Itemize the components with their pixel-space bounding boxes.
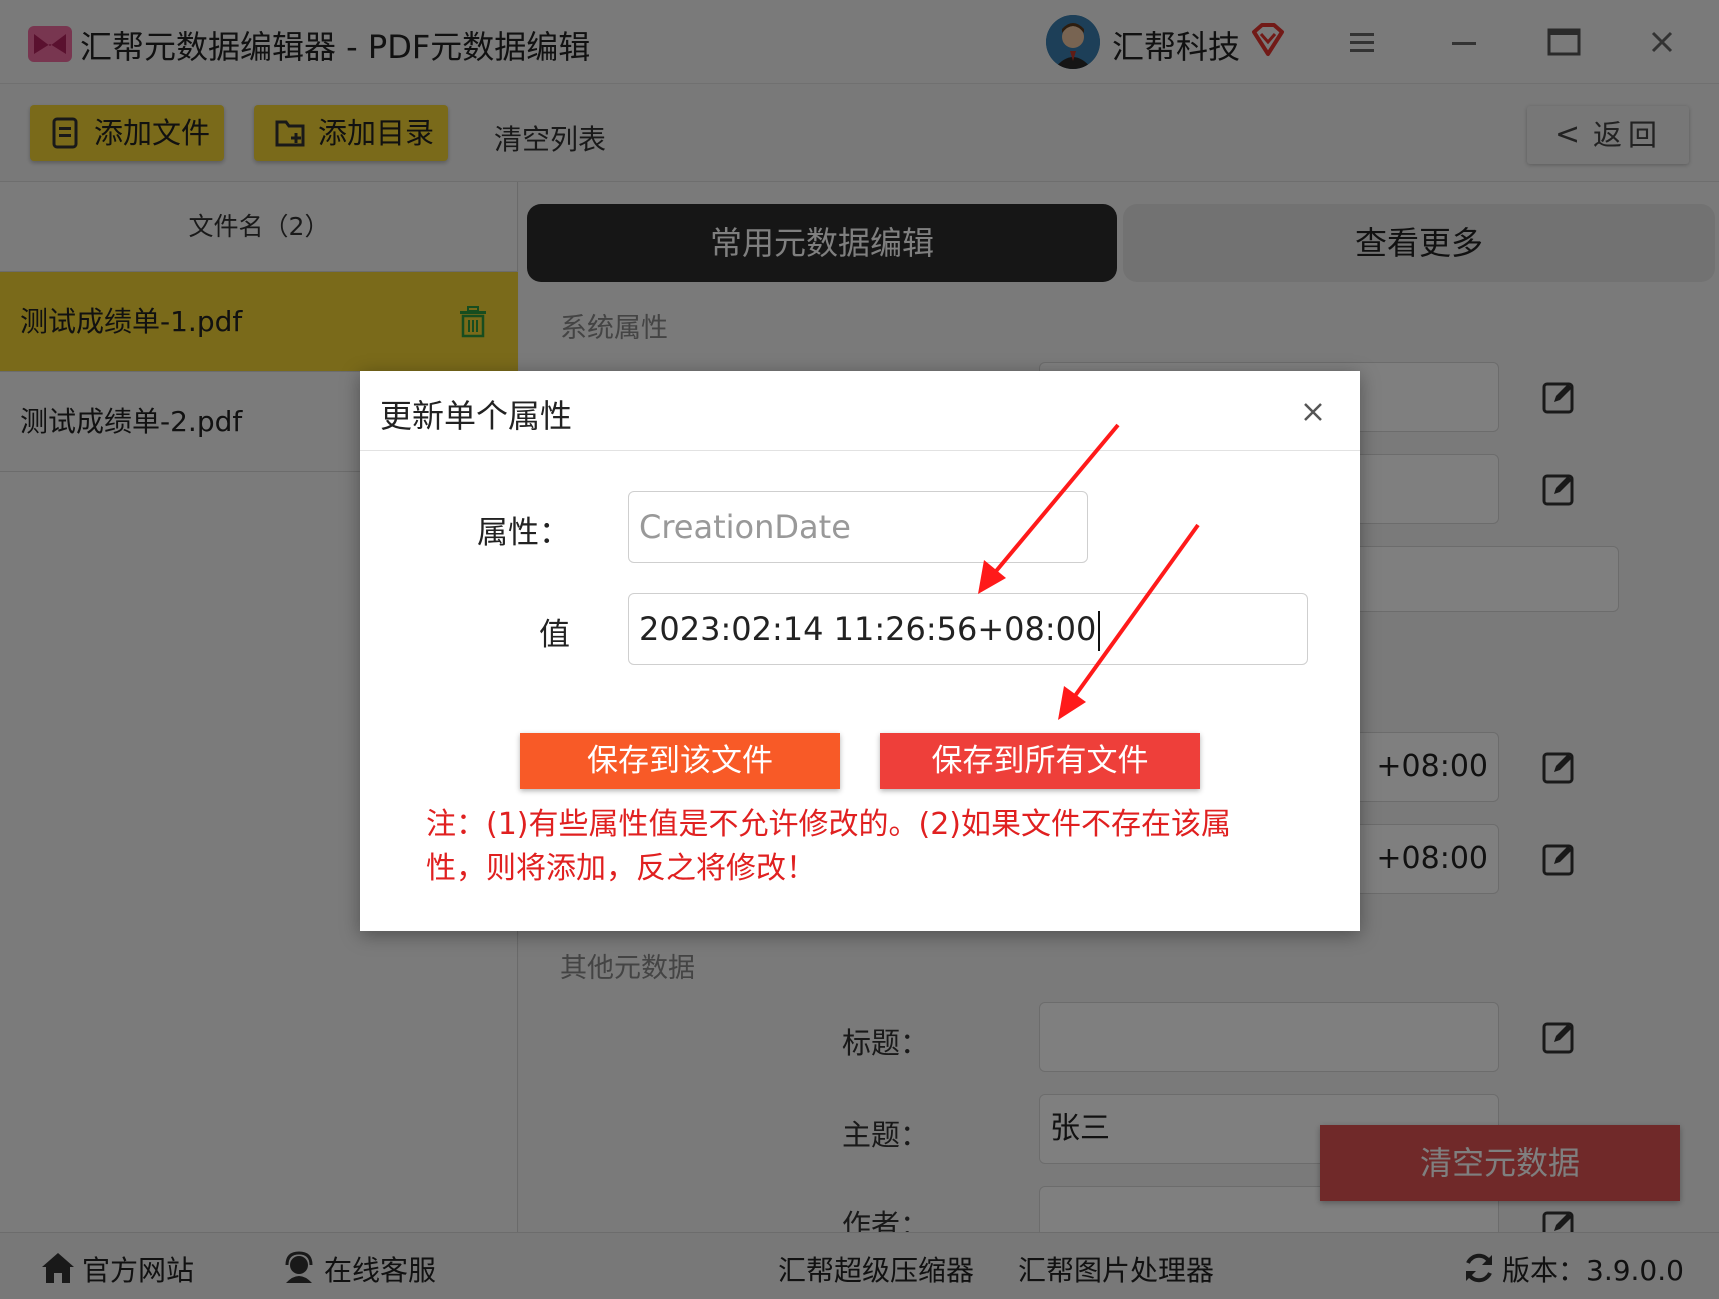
annotation-arrow-2 [1058, 523, 1200, 720]
annotation-arrow-1 [978, 423, 1120, 594]
annotation-arrows [978, 423, 1200, 720]
